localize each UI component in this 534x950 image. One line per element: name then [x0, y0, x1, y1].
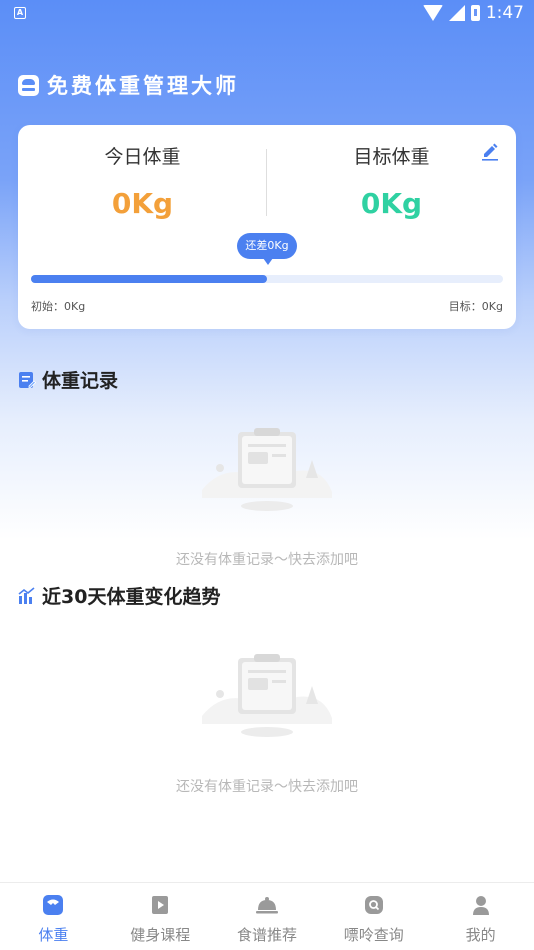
nav-item-weight[interactable]: 体重	[0, 883, 107, 950]
trend-section-title: 近30天体重变化趋势	[42, 586, 221, 608]
cloche-icon	[255, 893, 279, 917]
status-bar: A 1:47	[0, 0, 534, 28]
search-icon	[362, 893, 386, 917]
nav-label-weight: 体重	[38, 926, 69, 944]
app-header: 免费体重管理大师	[18, 70, 239, 100]
today-weight-label: 今日体重	[104, 146, 181, 168]
notebook-edit-icon	[19, 371, 36, 388]
pencil-icon	[482, 143, 498, 161]
notification-icon: A	[14, 7, 26, 19]
initial-weight-text: 初始：0Kg	[31, 300, 86, 313]
target-weight-text: 目标：0Kg	[448, 300, 503, 313]
target-weight-label: 目标体重	[353, 146, 430, 168]
nav-label-purine-search: 嘌呤查询	[343, 926, 404, 944]
trend-section-header: 近30天体重变化趋势	[18, 582, 220, 609]
user-icon	[469, 893, 493, 917]
nav-label-recipes: 食谱推荐	[236, 926, 297, 944]
nav-label-fitness-courses: 健身课程	[130, 926, 191, 944]
empty-clipboard-icon	[202, 428, 332, 511]
nav-item-recipes[interactable]: 食谱推荐	[214, 883, 321, 950]
wifi-icon	[422, 5, 443, 21]
weight-progress-fill	[31, 275, 267, 283]
edit-target-button[interactable]	[480, 141, 500, 161]
target-weight-value: 0Kg	[360, 187, 423, 220]
nav-item-profile[interactable]: 我的	[427, 883, 534, 950]
trend-empty-illustration	[0, 646, 534, 750]
status-time: 1:47	[485, 3, 524, 23]
records-section-title: 体重记录	[42, 370, 119, 392]
weight-progress-bar	[31, 275, 503, 283]
signal-icon	[448, 5, 465, 21]
records-section-header: 体重记录	[18, 366, 118, 393]
battery-icon	[470, 5, 480, 21]
status-indicators: 1:47	[422, 3, 524, 23]
weight-summary-card: 今日体重 0Kg 目标体重 0Kg 还差0Kg 初始：0Kg 目标：0Kg	[18, 125, 516, 329]
trend-empty-text: 还没有体重记录～快去添加吧	[176, 779, 358, 795]
scale-icon	[41, 893, 65, 917]
video-icon	[148, 893, 172, 917]
nav-item-purine-search[interactable]: 嘌呤查询	[320, 883, 427, 950]
weight-diff-tooltip: 还差0Kg	[237, 233, 297, 265]
nav-label-profile: 我的	[465, 926, 496, 944]
bar-chart-icon	[18, 586, 35, 604]
nav-item-fitness-courses[interactable]: 健身课程	[107, 883, 214, 950]
app-title: 免费体重管理大师	[47, 74, 239, 98]
today-weight-block[interactable]: 今日体重 0Kg	[18, 142, 267, 220]
empty-clipboard-icon	[202, 654, 332, 737]
records-empty-text: 还没有体重记录～快去添加吧	[176, 552, 358, 568]
target-weight-block: 目标体重 0Kg	[267, 142, 516, 220]
bottom-navigation: 体重 健身课程 食谱推荐 嘌呤查询 我的	[0, 882, 534, 950]
app-logo-icon	[18, 74, 39, 96]
records-empty-illustration	[0, 420, 534, 524]
today-weight-value: 0Kg	[111, 187, 174, 220]
